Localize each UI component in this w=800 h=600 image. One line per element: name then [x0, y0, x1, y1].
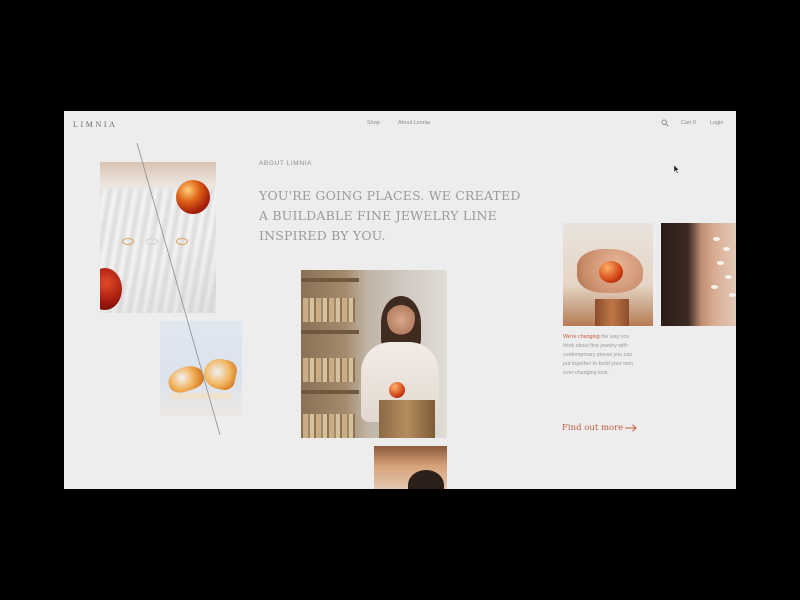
page: LIMNIA Shop About Limnia Cart 0 Login AB…: [64, 111, 736, 489]
arrow-right-icon[interactable]: [625, 424, 637, 432]
held-sphere: [389, 382, 405, 398]
about-copy: We're changing the way you think about f…: [563, 333, 653, 378]
wood-base: [595, 299, 629, 326]
petal: [723, 247, 730, 251]
headline-line: YOU'RE GOING PLACES. WE CREATED: [259, 188, 521, 203]
amber-sphere: [176, 180, 210, 214]
cursor-icon: [674, 165, 680, 174]
petal: [725, 275, 732, 279]
brand-logo[interactable]: LIMNIA: [73, 120, 117, 129]
model-face: [387, 300, 415, 336]
petal: [729, 293, 736, 297]
copy-line: the way you: [599, 334, 630, 340]
hero-headline: YOU'RE GOING PLACES. WE CREATED A BUILDA…: [259, 186, 539, 246]
headline-line: INSPIRED BY YOU.: [259, 228, 386, 243]
model-portrait-image: [374, 446, 447, 489]
petal: [711, 285, 718, 289]
amber-glass-piece: [165, 362, 207, 396]
shelf: [301, 278, 359, 282]
copy-line: put together to build your own: [563, 361, 633, 367]
nav-link-shop[interactable]: Shop: [367, 120, 380, 126]
glass-pedestal: [170, 393, 232, 399]
nav-link-about[interactable]: About Limnia: [398, 120, 430, 126]
login-link[interactable]: Login: [710, 120, 723, 126]
petal: [713, 237, 720, 241]
section-eyebrow: ABOUT LIMNIA: [259, 160, 312, 167]
ring: [146, 238, 158, 245]
model-hair: [408, 470, 444, 489]
find-out-more-link[interactable]: Find out more: [562, 423, 623, 433]
model-skirt: [379, 400, 435, 438]
ring: [122, 238, 134, 245]
search-icon[interactable]: [661, 119, 669, 127]
profile-earring-image: [661, 223, 736, 326]
amber-glass-piece: [201, 356, 239, 392]
hands-sphere-image: [563, 223, 653, 326]
petal: [717, 261, 724, 265]
model-bookshelf-image: [301, 270, 447, 438]
copy-line: think about fine jewelry with: [563, 343, 628, 349]
shelf: [301, 390, 359, 394]
red-sphere: [100, 268, 122, 310]
books: [303, 414, 355, 438]
copy-highlight: We're changing: [563, 334, 600, 340]
orange-sphere: [599, 261, 623, 283]
books: [303, 298, 355, 322]
copy-line: ever-changing look.: [563, 370, 610, 376]
pleated-sphere-image: [100, 162, 216, 313]
headline-line: A BUILDABLE FINE JEWELRY LINE: [259, 208, 498, 223]
books: [303, 358, 355, 382]
cart-link[interactable]: Cart 0: [681, 120, 696, 126]
glass-objects-image: [160, 321, 242, 416]
shelf: [301, 330, 359, 334]
ring: [176, 238, 188, 245]
copy-line: contemporary pieces you can: [563, 352, 633, 358]
